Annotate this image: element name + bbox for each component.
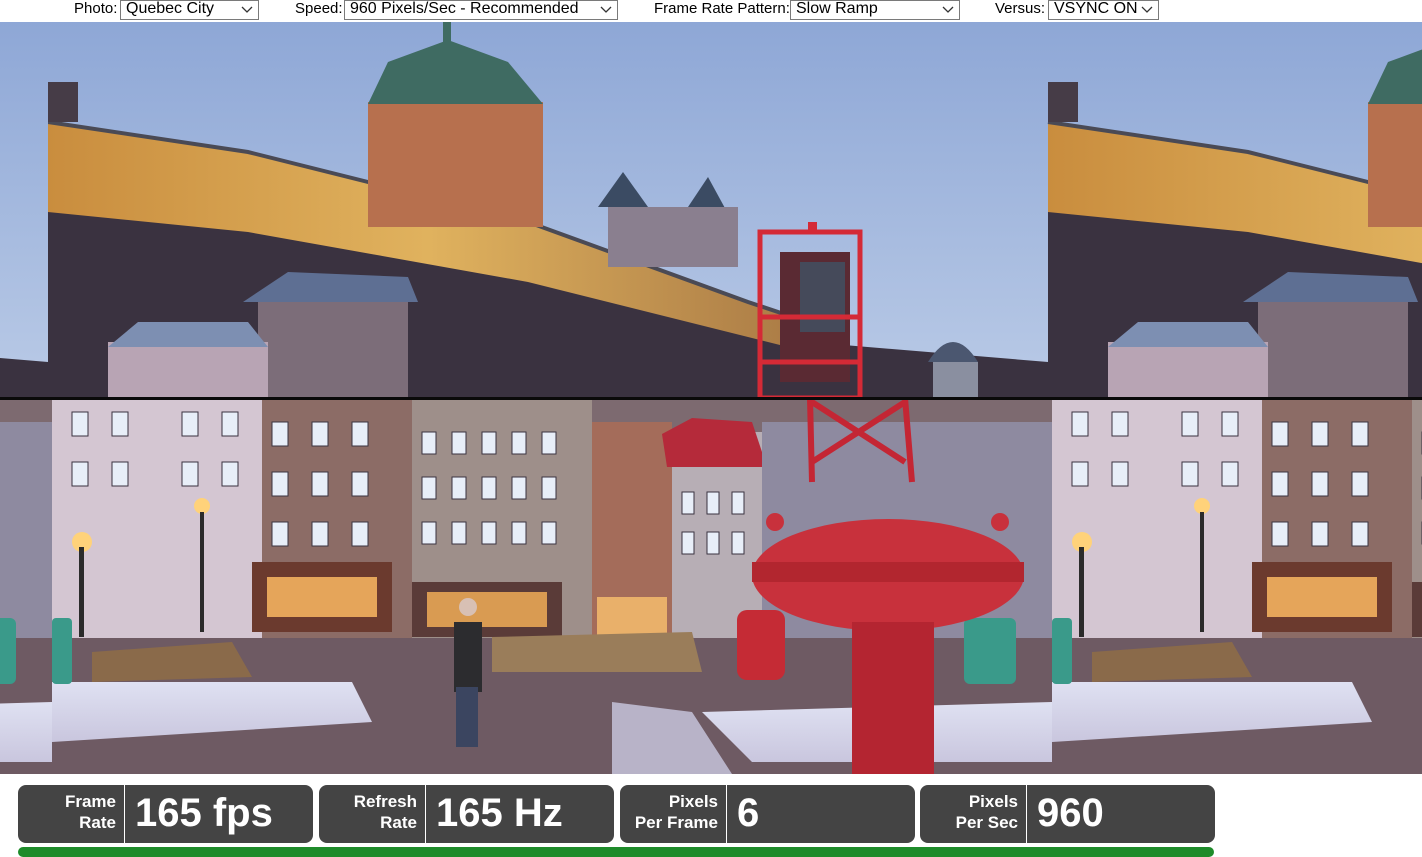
photo-label: Photo:: [74, 0, 118, 17]
photo-select-value: Quebec City: [126, 0, 215, 17]
pixels-per-sec-stat: Pixels Per Sec 960: [920, 785, 1215, 843]
motion-test-photo: [0, 22, 1422, 774]
control-bar: Photo: Quebec City Speed: 960 Pixels/Sec…: [0, 0, 1422, 22]
chevron-down-icon: [600, 6, 612, 13]
stat-separator: [1026, 785, 1027, 843]
pixels-per-frame-value: 6: [737, 791, 760, 835]
versus-select-value: VSYNC ON: [1054, 0, 1138, 17]
frame-rate-label-line2: Rate: [79, 813, 116, 832]
versus-select[interactable]: VSYNC ON: [1048, 0, 1159, 20]
refresh-rate-label-line1: Refresh: [353, 792, 417, 811]
chevron-down-icon: [942, 6, 954, 13]
pixels-per-frame-label: Pixels Per Frame: [620, 791, 718, 833]
pixels-per-frame-label-line1: Pixels: [668, 792, 718, 811]
versus-label: Versus:: [995, 0, 1046, 17]
chevron-down-icon: [1141, 6, 1153, 13]
chevron-down-icon: [241, 6, 253, 13]
stats-bar: Frame Rate 165 fps Refresh Rate 165 Hz P…: [0, 774, 1422, 857]
pixels-per-sec-label: Pixels Per Sec: [920, 791, 1018, 833]
pixels-per-frame-label-line2: Per Frame: [634, 813, 718, 832]
pattern-label: Frame Rate Pattern:: [654, 0, 790, 17]
refresh-rate-value: 165 Hz: [436, 791, 563, 835]
status-bar-green: [18, 847, 1214, 857]
pattern-select[interactable]: Slow Ramp: [790, 0, 960, 20]
pattern-select-value: Slow Ramp: [796, 0, 878, 17]
tearing-divider-line: [0, 397, 1422, 400]
pixels-per-sec-label-line2: Per Sec: [955, 813, 1018, 832]
refresh-rate-label: Refresh Rate: [319, 791, 417, 833]
refresh-rate-stat: Refresh Rate 165 Hz: [319, 785, 614, 843]
photo-select[interactable]: Quebec City: [120, 0, 259, 20]
pixels-per-sec-label-line1: Pixels: [968, 792, 1018, 811]
pixels-per-frame-stat: Pixels Per Frame 6: [620, 785, 915, 843]
speed-select[interactable]: 960 Pixels/Sec - Recommended: [344, 0, 618, 20]
photo-top-half: [0, 22, 1422, 398]
stat-separator: [425, 785, 426, 843]
stat-separator: [726, 785, 727, 843]
refresh-rate-label-line2: Rate: [380, 813, 417, 832]
frame-rate-label-line1: Frame: [64, 792, 116, 811]
speed-label: Speed:: [295, 0, 343, 17]
frame-rate-value: 165 fps: [135, 791, 273, 835]
frame-rate-stat: Frame Rate 165 fps: [18, 785, 313, 843]
frame-rate-label: Frame Rate: [18, 791, 116, 833]
speed-select-value: 960 Pixels/Sec - Recommended: [350, 0, 579, 17]
photo-bottom-half: [0, 398, 1422, 774]
stat-separator: [124, 785, 125, 843]
pixels-per-sec-value: 960: [1037, 791, 1104, 835]
